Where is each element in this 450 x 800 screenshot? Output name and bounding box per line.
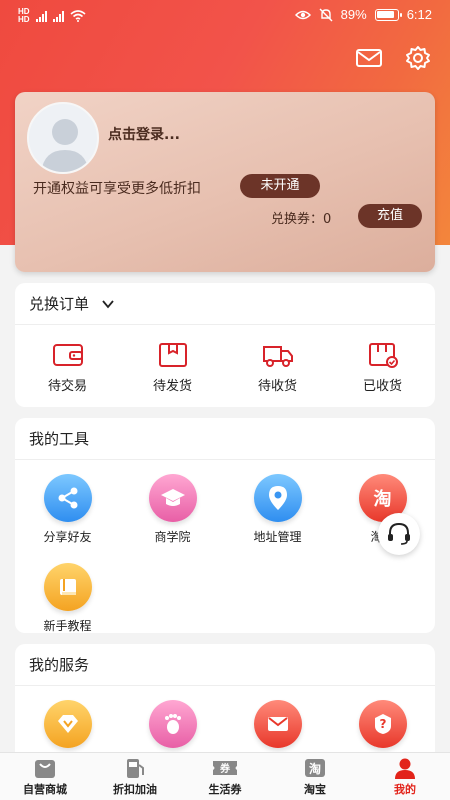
coupon-count: 兑换券：0 bbox=[271, 212, 332, 227]
tool-label: 地址管理 bbox=[253, 530, 302, 544]
tab-label: 淘宝 bbox=[304, 783, 326, 796]
mute-bell-icon bbox=[319, 8, 333, 21]
tools-panel: 我的工具 分享好友 商学院 地址管理 淘 新手教程 bbox=[15, 418, 435, 633]
order-label: 待发货 bbox=[152, 379, 192, 394]
hd-icon: HD HD bbox=[18, 7, 30, 24]
gear-icon[interactable] bbox=[404, 44, 432, 72]
ticket-icon: 券 bbox=[213, 761, 237, 775]
wallet-icon bbox=[52, 344, 83, 366]
wifi-icon bbox=[70, 10, 86, 22]
received-box-icon bbox=[368, 343, 398, 368]
service-item[interactable] bbox=[225, 700, 330, 754]
services-header: 我的服务 bbox=[15, 644, 435, 686]
chevron-down-icon bbox=[102, 299, 114, 308]
order-label: 已收货 bbox=[362, 379, 402, 394]
tab-label: 生活券 bbox=[208, 783, 242, 796]
status-right: 89% 6:12 bbox=[294, 7, 432, 22]
service-item[interactable] bbox=[120, 700, 225, 754]
bottom-tab-bar: 自营商城 折扣加油 券 生活券 淘 淘宝 我的 bbox=[0, 752, 450, 800]
tool-business-school[interactable]: 商学院 bbox=[120, 474, 225, 545]
truck-icon bbox=[262, 346, 293, 367]
box-icon bbox=[158, 343, 187, 367]
tab-label: 自营商城 bbox=[23, 783, 67, 796]
signal-indicators: HD HD bbox=[18, 8, 86, 24]
member-card: 点击登录... 开通权益可享受更多低折扣 未开通 兑换券：0 充值 bbox=[15, 92, 435, 272]
location-pin-icon bbox=[268, 486, 287, 510]
login-prompt[interactable]: 点击登录... bbox=[108, 124, 180, 144]
battery-percent: 89% bbox=[340, 7, 367, 22]
envelope-icon bbox=[267, 717, 288, 731]
order-pending-ship[interactable]: 待发货 bbox=[133, 341, 213, 394]
headset-icon bbox=[388, 522, 410, 545]
mail-icon[interactable] bbox=[355, 44, 383, 72]
promo-text: 开通权益可享受更多低折扣 bbox=[33, 181, 201, 197]
order-label: 待收货 bbox=[257, 379, 297, 394]
order-status-row: 待交易 待发货 待收货 已收货 bbox=[15, 325, 435, 394]
fuel-pump-icon bbox=[127, 759, 144, 778]
tab-label: 我的 bbox=[394, 783, 416, 796]
tutorial-book-icon bbox=[59, 579, 76, 595]
service-item[interactable] bbox=[15, 700, 120, 754]
orders-panel: 兑换订单 待交易 待发货 待收货 已收货 bbox=[15, 283, 435, 407]
share-icon bbox=[58, 487, 77, 509]
graduation-cap-icon bbox=[160, 489, 185, 506]
tab-taobao[interactable]: 淘 淘宝 bbox=[270, 753, 360, 800]
recharge-button[interactable]: 充值 bbox=[358, 204, 422, 228]
tool-label: 商学院 bbox=[154, 530, 191, 544]
tool-label: 新手教程 bbox=[43, 619, 92, 633]
service-item[interactable]: ? bbox=[330, 700, 435, 754]
order-received[interactable]: 已收货 bbox=[343, 341, 423, 394]
svg-text:?: ? bbox=[379, 717, 386, 731]
tab-life-coupons[interactable]: 券 生活券 bbox=[180, 753, 270, 800]
tool-address-management[interactable]: 地址管理 bbox=[225, 474, 330, 545]
status-bar: HD HD 89% 6:12 bbox=[0, 0, 450, 32]
tab-fuel[interactable]: 折扣加油 bbox=[90, 753, 180, 800]
order-pending-receive[interactable]: 待收货 bbox=[238, 341, 318, 394]
clock: 6:12 bbox=[406, 7, 432, 22]
tool-share-friends[interactable]: 分享好友 bbox=[15, 474, 120, 545]
battery-icon bbox=[374, 8, 402, 21]
tab-mine[interactable]: 我的 bbox=[360, 753, 450, 800]
customer-service-button[interactable] bbox=[378, 513, 420, 555]
tool-label: 分享好友 bbox=[43, 530, 92, 544]
orders-title: 兑换订单 bbox=[29, 295, 90, 313]
orders-header[interactable]: 兑换订单 bbox=[15, 283, 435, 325]
order-pending-trade[interactable]: 待交易 bbox=[28, 341, 108, 394]
tab-mall[interactable]: 自营商城 bbox=[0, 753, 90, 800]
person-icon bbox=[395, 758, 415, 779]
shopping-bag-icon bbox=[35, 760, 55, 778]
svg-text:淘: 淘 bbox=[309, 761, 321, 776]
tools-header: 我的工具 bbox=[15, 418, 435, 460]
svg-text:券: 券 bbox=[219, 762, 231, 775]
tools-title: 我的工具 bbox=[29, 430, 90, 448]
default-avatar-icon bbox=[41, 119, 89, 172]
diamond-icon bbox=[57, 715, 78, 733]
tools-grid: 分享好友 商学院 地址管理 淘 淘宝 bbox=[15, 460, 435, 652]
footprint-icon bbox=[164, 714, 181, 734]
services-title: 我的服务 bbox=[29, 656, 90, 674]
signal-bars-1-icon bbox=[35, 10, 47, 22]
membership-status-button[interactable]: 未开通 bbox=[240, 174, 320, 198]
taobao-icon: 淘 bbox=[373, 489, 392, 510]
tool-beginner-tutorial[interactable]: 新手教程 bbox=[15, 563, 120, 634]
avatar[interactable] bbox=[27, 102, 99, 174]
order-label: 待交易 bbox=[47, 379, 87, 394]
help-icon: ? bbox=[374, 714, 391, 734]
signal-bars-2-icon bbox=[52, 10, 64, 22]
tab-label: 折扣加油 bbox=[113, 783, 157, 796]
taobao-tab-icon: 淘 bbox=[305, 759, 325, 777]
eye-icon bbox=[294, 10, 311, 19]
